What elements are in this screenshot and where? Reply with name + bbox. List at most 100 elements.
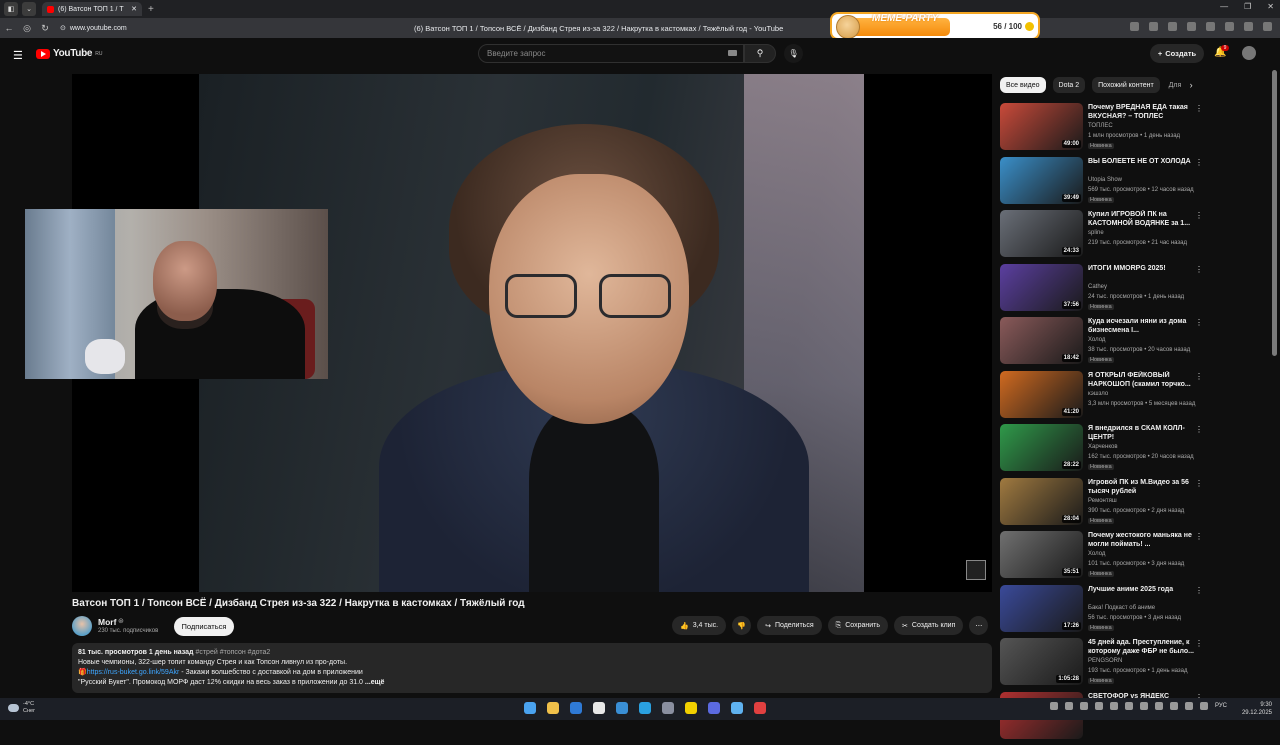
- more-vert-icon[interactable]: ⋮: [1195, 265, 1203, 274]
- chip-related[interactable]: Похожий контент: [1092, 77, 1160, 93]
- chip-all[interactable]: Все видео: [1000, 77, 1046, 93]
- recommendation-item[interactable]: 24:33 Купил ИГРОВОЙ ПК на КАСТОМНОЙ ВОДЯН…: [1000, 210, 1205, 264]
- recommendation-title[interactable]: Я ОТКРЫЛ ФЕЙКОВЫЙ НАРКОШОП (скамил торчк…: [1088, 371, 1194, 389]
- recommendation-item[interactable]: 41:20 Я ОТКРЫЛ ФЕЙКОВЫЙ НАРКОШОП (скамил …: [1000, 371, 1205, 425]
- recommendation-title[interactable]: Почему жестокого маньяка не могли поймат…: [1088, 531, 1194, 549]
- recommendation-channel[interactable]: Ремонтяш: [1088, 498, 1117, 504]
- recommendation-item[interactable]: 39:49ВЫ БОЛЕЕТЕ НЕ ОТ ХОЛОДАUtopia Show5…: [1000, 157, 1205, 211]
- restore-icon[interactable]: ❐: [1244, 2, 1251, 11]
- account-avatar[interactable]: [1242, 46, 1256, 60]
- scrollbar[interactable]: [1272, 70, 1277, 356]
- video-thumbnail[interactable]: 18:42: [1000, 317, 1083, 364]
- tray-icon[interactable]: [1065, 702, 1073, 710]
- back-icon[interactable]: ←: [0, 23, 18, 33]
- youtube-logo[interactable]: YouTube RU: [36, 48, 102, 59]
- taskbar-app-icon[interactable]: [708, 702, 720, 714]
- more-vert-icon[interactable]: ⋮: [1195, 318, 1203, 327]
- language-indicator[interactable]: РУС: [1215, 703, 1227, 709]
- menu-icon[interactable]: ☰: [13, 49, 23, 62]
- tray-icon[interactable]: [1185, 702, 1193, 710]
- new-tab-icon[interactable]: +: [148, 4, 154, 15]
- taskbar-app-icon[interactable]: [754, 702, 766, 714]
- like-button[interactable]: 👍 3,4 тыс.: [672, 616, 726, 635]
- extension-icon[interactable]: [1130, 22, 1139, 31]
- more-vert-icon[interactable]: ⋮: [1195, 425, 1203, 434]
- extension-icon[interactable]: [1149, 22, 1158, 31]
- tray-icon[interactable]: [1095, 702, 1103, 710]
- recommendation-channel[interactable]: Холод: [1088, 337, 1105, 343]
- video-thumbnail[interactable]: 39:49: [1000, 157, 1083, 204]
- url-field[interactable]: ⊙ www.youtube.com: [60, 24, 127, 32]
- recommendation-item[interactable]: 37:56ИТОГИ MMORPG 2025!Cathey24 тыс. про…: [1000, 264, 1205, 318]
- endscreen-element-icon[interactable]: [966, 560, 986, 580]
- chip-dota2[interactable]: Dota 2: [1053, 77, 1086, 93]
- taskbar-app-icon[interactable]: [616, 702, 628, 714]
- tray-icon[interactable]: [1155, 702, 1163, 710]
- video-thumbnail[interactable]: 28:04: [1000, 478, 1083, 525]
- more-vert-icon[interactable]: ⋮: [1195, 158, 1203, 167]
- tab-search-chevron-icon[interactable]: ⌄: [22, 2, 36, 16]
- extension-icon[interactable]: [1225, 22, 1234, 31]
- clip-button[interactable]: ✂ Создать клип: [894, 616, 963, 635]
- video-thumbnail[interactable]: 24:33: [1000, 210, 1083, 257]
- tray-icon[interactable]: [1050, 702, 1058, 710]
- recommendation-channel[interactable]: кэшзло: [1088, 391, 1108, 397]
- minimize-icon[interactable]: —: [1220, 2, 1228, 11]
- recommendation-item[interactable]: 28:22Я внедрился в СКАМ КОЛЛ-ЦЕНТР!Харче…: [1000, 424, 1205, 478]
- description-box[interactable]: 81 тыс. просмотров 1 день назад #стрей #…: [72, 643, 992, 693]
- recommendation-title[interactable]: ИТОГИ MMORPG 2025!: [1088, 264, 1194, 273]
- video-thumbnail[interactable]: 1:05:28: [1000, 638, 1083, 685]
- hashtags[interactable]: #стрей #топсон #дота2: [195, 649, 270, 656]
- video-thumbnail[interactable]: 17:26: [1000, 585, 1083, 632]
- close-tab-icon[interactable]: ✕: [131, 5, 137, 13]
- extension-icon[interactable]: [1187, 22, 1196, 31]
- subscribe-button[interactable]: Подписаться: [174, 617, 234, 636]
- more-vert-icon[interactable]: ⋮: [1195, 104, 1203, 113]
- weather-widget[interactable]: -4°CСнег: [8, 701, 35, 715]
- extension-icon[interactable]: [1206, 22, 1215, 31]
- recommendation-title[interactable]: Почему ВРЕДНАЯ ЕДА такая ВКУСНАЯ? – ТОПЛ…: [1088, 103, 1194, 121]
- recommendation-title[interactable]: Я внедрился в СКАМ КОЛЛ-ЦЕНТР!: [1088, 424, 1194, 442]
- recommendation-item[interactable]: 17:26 Лучшие аниме 2025 года Бака! Подкаст…: [1000, 585, 1205, 639]
- create-button[interactable]: + Создать: [1150, 44, 1204, 63]
- more-vert-icon[interactable]: ⋮: [1195, 479, 1203, 488]
- recommendation-channel[interactable]: Холод: [1088, 551, 1105, 557]
- site-info-icon[interactable]: ⊙: [60, 24, 66, 32]
- more-vert-icon[interactable]: ⋮: [1195, 211, 1203, 220]
- tray-icon[interactable]: [1170, 702, 1178, 710]
- show-more-link[interactable]: ...ещё: [365, 679, 385, 686]
- taskbar-app-icon[interactable]: [662, 702, 674, 714]
- recommendation-channel[interactable]: PENGSORN: [1088, 658, 1122, 664]
- recommendation-title[interactable]: 45 дней ада. Преступление, к которому да…: [1088, 638, 1194, 656]
- recommendation-item[interactable]: 49:00Почему ВРЕДНАЯ ЕДА такая ВКУСНАЯ? –…: [1000, 103, 1205, 157]
- channel-avatar[interactable]: [72, 616, 92, 636]
- chip-more[interactable]: Для: [1167, 77, 1181, 93]
- recommendation-item[interactable]: 28:04 Игровой ПК из М.Видео за 56 тысяч р…: [1000, 478, 1205, 532]
- chevron-right-icon[interactable]: ›: [1190, 80, 1193, 90]
- recommendation-title[interactable]: Лучшие аниме 2025 года: [1088, 585, 1194, 594]
- recommendation-channel[interactable]: Cathey: [1088, 284, 1107, 290]
- taskbar-app-icon[interactable]: [524, 702, 536, 714]
- taskbar-app-icon[interactable]: [639, 702, 651, 714]
- taskbar-app-icon[interactable]: [593, 702, 605, 714]
- channel-name[interactable]: Morf: [98, 617, 116, 627]
- share-button[interactable]: ↪ Поделиться: [757, 616, 822, 635]
- recommendation-channel[interactable]: Бака! Подкаст об аниме: [1088, 605, 1155, 611]
- taskbar-app-icon[interactable]: [547, 702, 559, 714]
- more-vert-icon[interactable]: ⋮: [1195, 586, 1203, 595]
- video-thumbnail[interactable]: 28:22: [1000, 424, 1083, 471]
- taskbar-app-icon[interactable]: [685, 702, 697, 714]
- taskbar-app-icon[interactable]: [731, 702, 743, 714]
- recommendation-channel[interactable]: Utopia Show: [1088, 177, 1122, 183]
- tray-icon[interactable]: [1125, 702, 1133, 710]
- recommendation-item[interactable]: 1:05:28 45 дней ада. Преступление, к кото…: [1000, 638, 1205, 692]
- extension-icon[interactable]: [1263, 22, 1272, 31]
- recommendation-title[interactable]: Игровой ПК из М.Видео за 56 тысяч рублей: [1088, 478, 1194, 496]
- browser-tab[interactable]: (6) Ватсон ТОП 1 / Т ✕: [42, 2, 142, 16]
- clock[interactable]: 9:30 29.12.2025: [1242, 701, 1272, 717]
- more-vert-icon[interactable]: ⋮: [1195, 372, 1203, 381]
- recommendation-title[interactable]: Купил ИГРОВОЙ ПК на КАСТОМНОЙ ВОДЯНКЕ за…: [1088, 210, 1194, 228]
- video-thumbnail[interactable]: 41:20: [1000, 371, 1083, 418]
- taskbar-app-icon[interactable]: [570, 702, 582, 714]
- video-thumbnail[interactable]: 37:56: [1000, 264, 1083, 311]
